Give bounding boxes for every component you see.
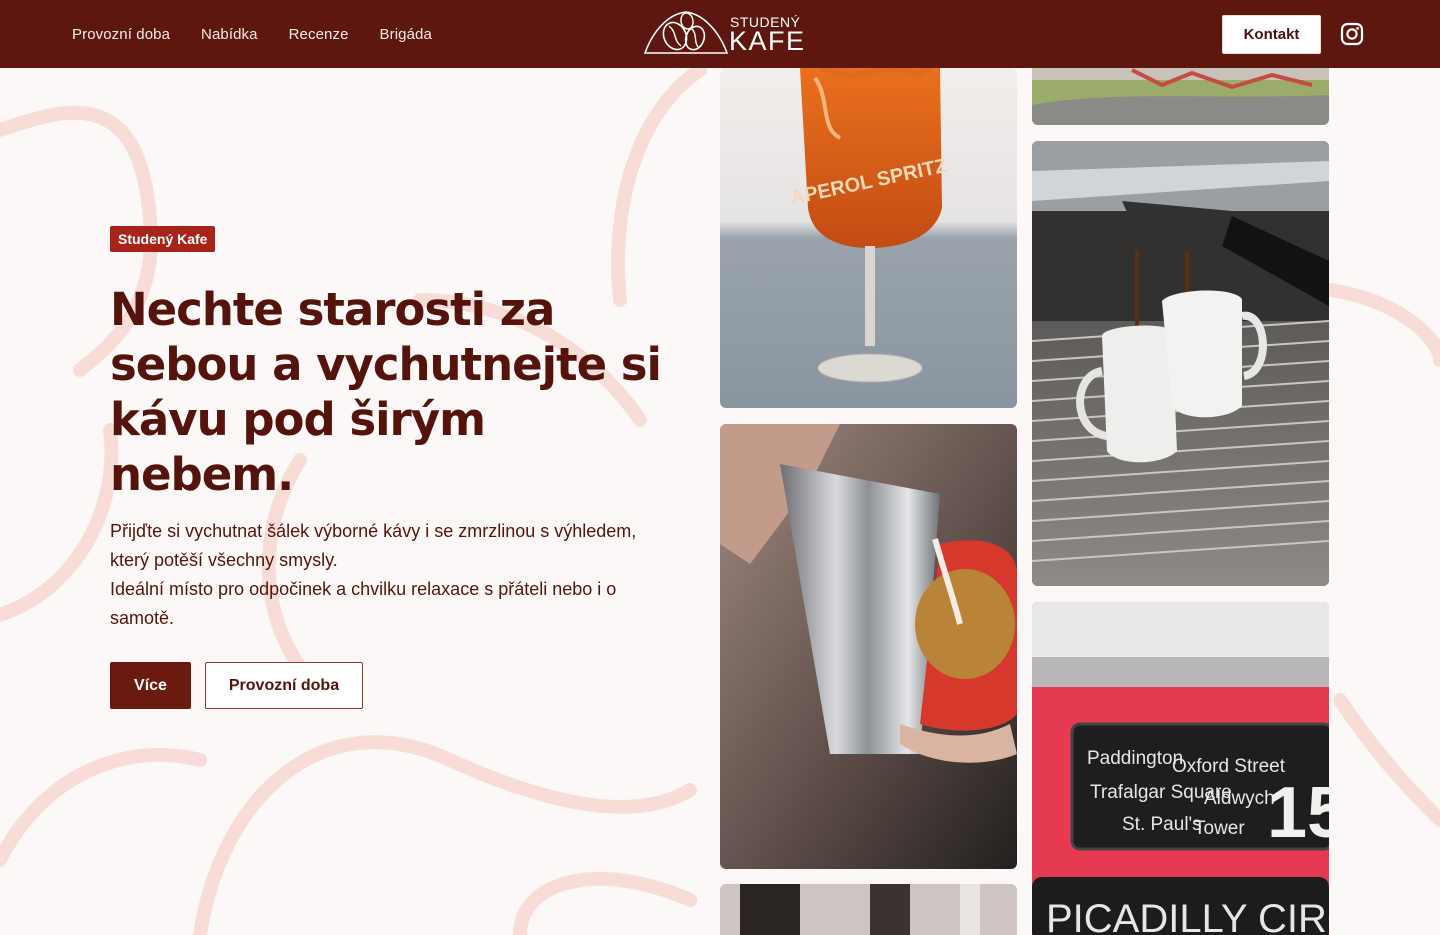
bus-sign-line2-right: Aldwych [1204,788,1275,809]
nav-item-recenze[interactable]: Recenze [289,26,349,43]
bus-bottom-sign: PICADILLY CIRC [1046,897,1329,935]
hero-description: Přijďte si vychutnat šálek výborné kávy … [110,517,650,633]
bus-sign-line3-right: Tower [1194,818,1245,839]
bus-sign-line1-left: Paddington [1087,748,1183,769]
photo-london-bus: Paddington Oxford Street Trafalgar Squar… [1032,602,1329,935]
nav-item-provozni-doba[interactable]: Provozní doba [72,26,170,43]
logo-text-main: KAFE [729,26,806,56]
hero-title: Nechte starosti za sebou a vychutnejte s… [110,283,662,501]
photo-espresso-machine [1032,141,1329,586]
bus-sign-line3-left: St. Paul's [1122,814,1202,835]
nav-item-nabidka[interactable]: Nabídka [201,26,258,43]
bus-route-number: 15 [1267,773,1329,853]
hero-description-line-2: Ideální místo pro odpočinek a chvilku re… [110,579,617,628]
instagram-icon[interactable] [1340,22,1364,46]
site-logo[interactable]: STUDENÝ KAFE [643,6,806,58]
photo-latte-pour [720,424,1017,869]
opening-hours-button[interactable]: Provozní doba [205,662,363,709]
coffee-bean-logo-icon [643,11,729,54]
photo-aperol-spritz: APEROL SPRITZ [720,68,1017,408]
hero-badge: Studený Kafe [110,226,216,252]
hero-description-line-1: Přijďte si vychutnat šálek výborné kávy … [110,521,637,570]
site-header: Provozní doba Nabídka Recenze Brigáda ST… [0,0,1440,68]
more-button[interactable]: Více [110,662,191,709]
photo-bottom-partial [720,884,1017,935]
contact-button[interactable]: Kontakt [1222,15,1321,54]
nav-item-brigada[interactable]: Brigáda [380,26,432,43]
main-nav: Provozní doba Nabídka Recenze Brigáda [72,0,463,68]
